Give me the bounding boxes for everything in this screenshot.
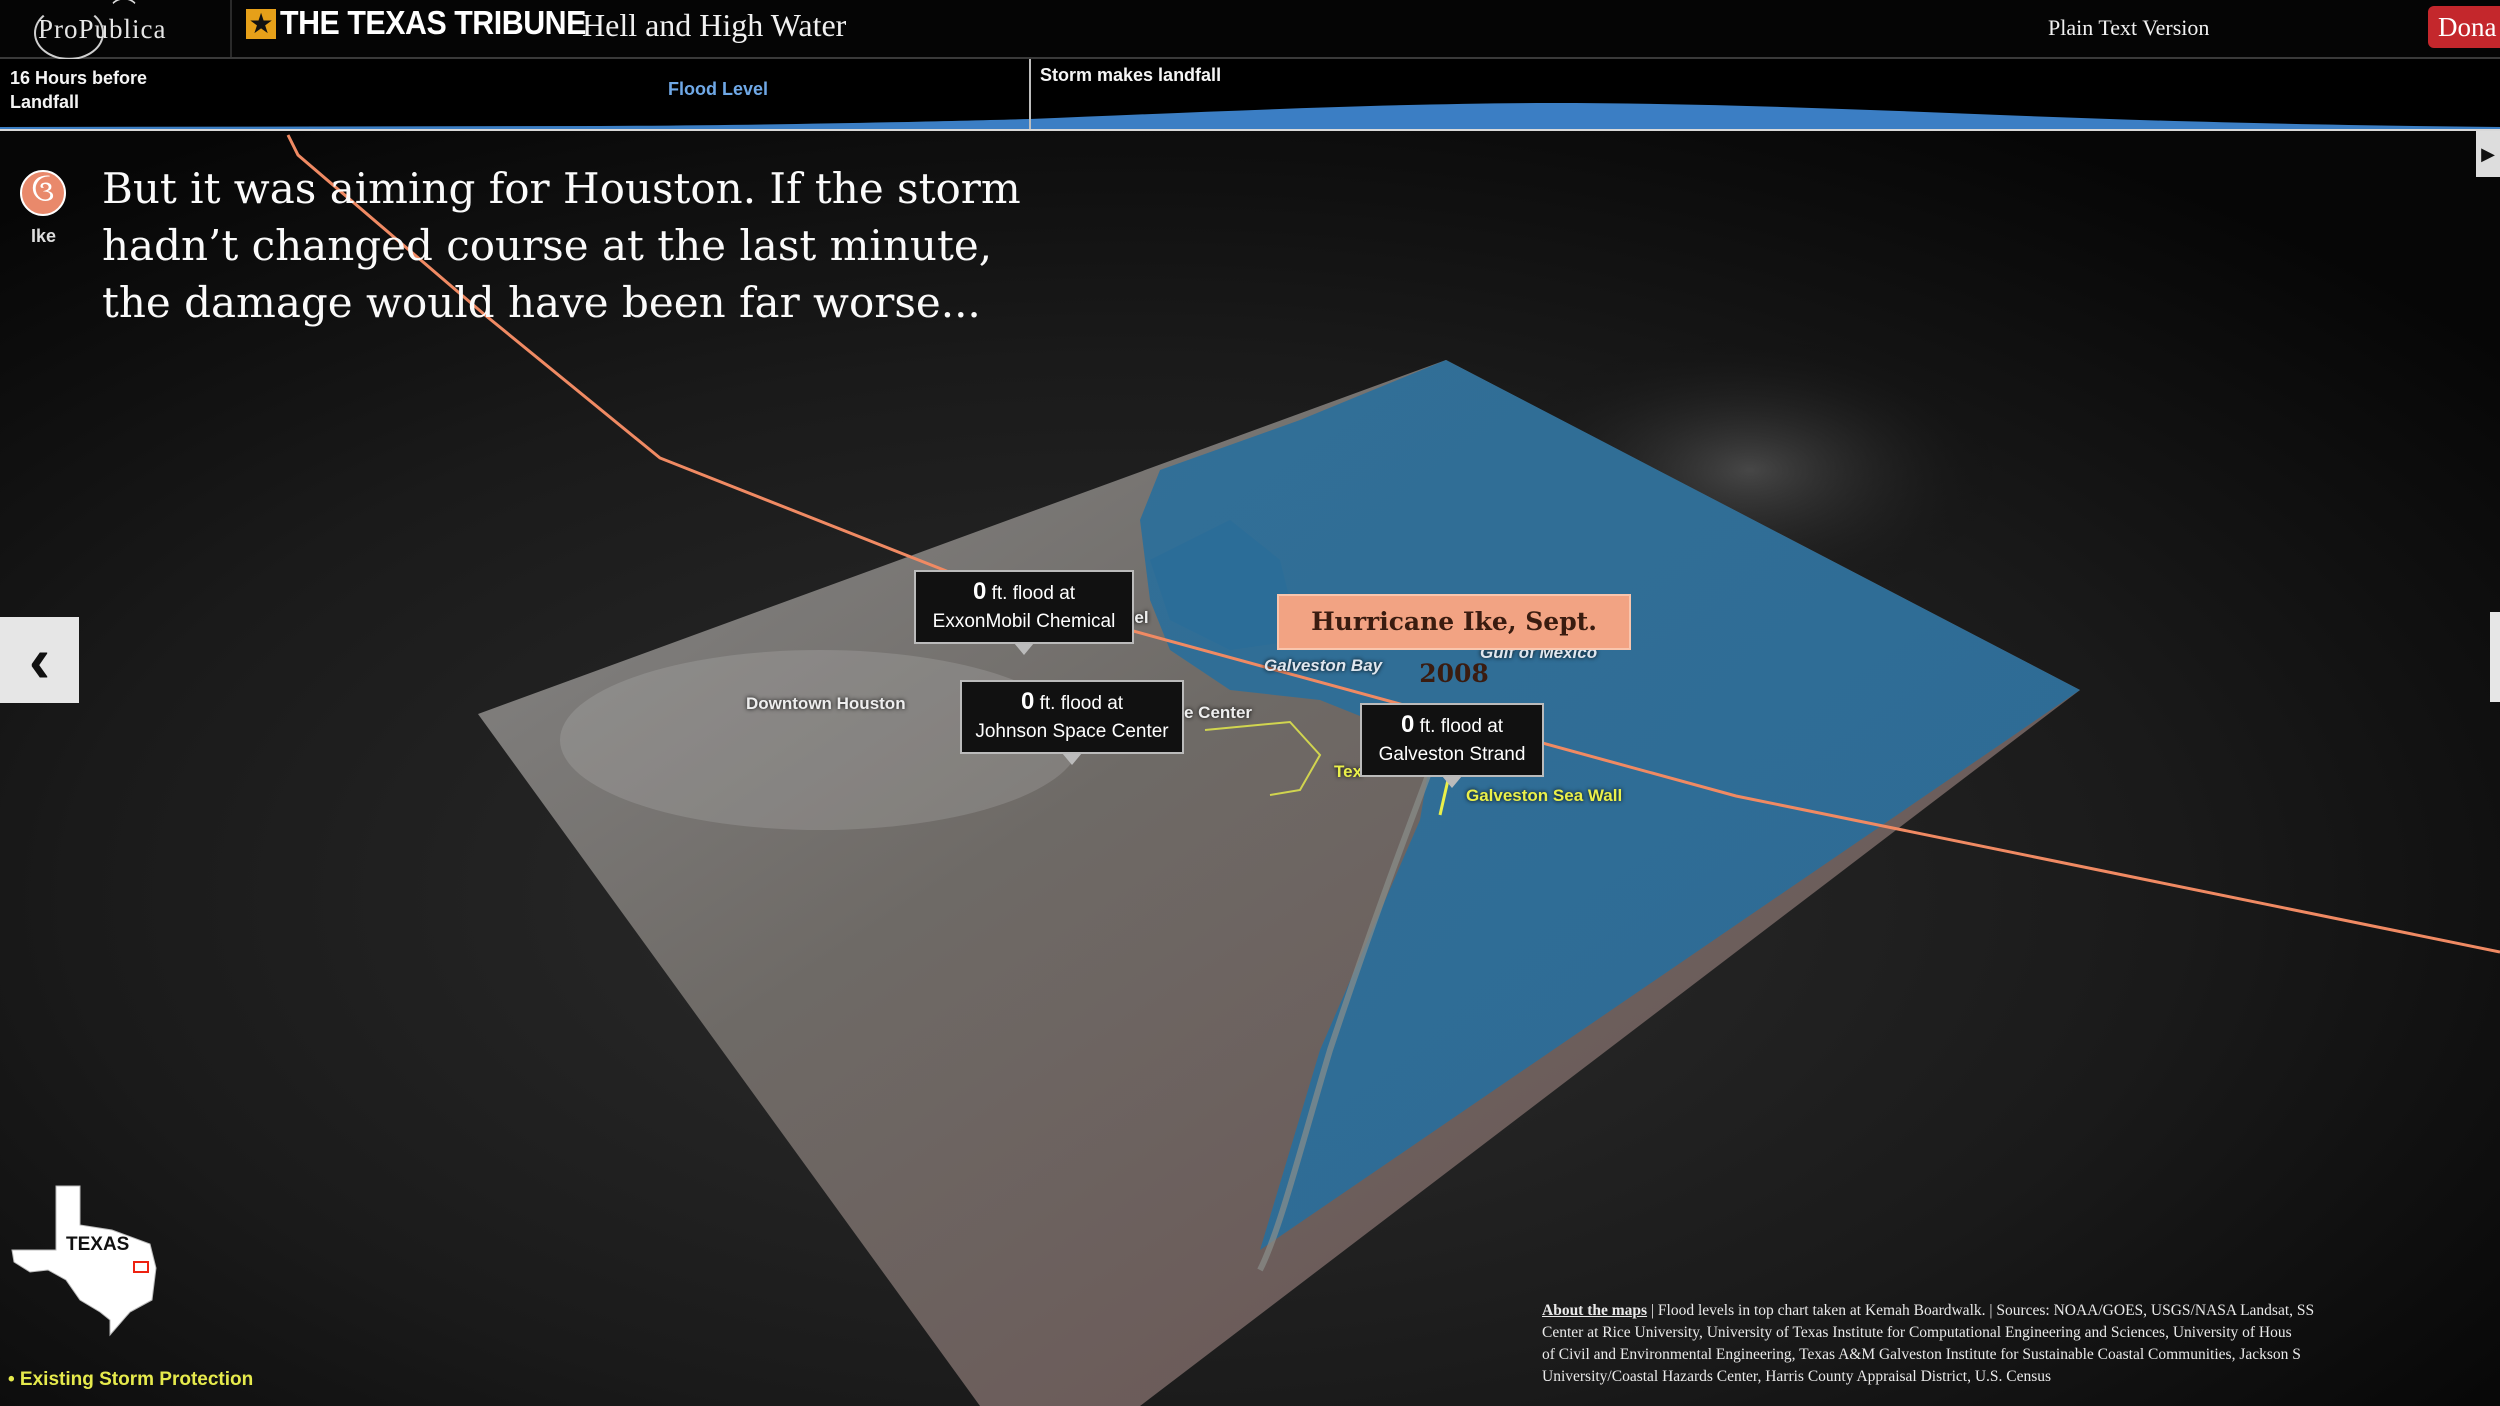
flood-value: 0 [1020, 688, 1035, 715]
donate-button[interactable]: Dona [2428, 6, 2500, 48]
previous-slide-button[interactable]: ‹ [0, 617, 79, 703]
hurricane-label[interactable]: Hurricane Ike, Sept. 2008 [1277, 594, 1631, 688]
inset-state-label: TEXAS [66, 1234, 130, 1255]
plain-text-version-link[interactable]: Plain Text Version [2048, 15, 2209, 41]
flood-unit-text: ft. flood at [991, 583, 1076, 604]
flood-unit-text: ft. flood at [1039, 693, 1124, 714]
flood-location: ExxonMobil Chemical [932, 611, 1116, 632]
propublica-logo-text: ProPublica [38, 14, 167, 44]
legend-storm-protection[interactable]: • Existing Storm Protection [8, 1369, 253, 1391]
expand-panel-button[interactable]: ▶ [2476, 131, 2500, 177]
flood-callout-galveston-strand[interactable]: 0 ft. flood at Galveston Strand [1360, 703, 1544, 788]
storm-name-label: Ike [31, 226, 57, 246]
next-slide-button[interactable] [2490, 612, 2500, 702]
label-galveston-bay: Galveston Bay [1264, 656, 1383, 675]
play-icon: ▶ [2481, 144, 2495, 164]
flood-callout-exxonmobil[interactable]: 0 ft. flood at ExxonMobil Chemical [914, 570, 1134, 655]
flood-unit-text: ft. flood at [1419, 716, 1504, 737]
sources-text: | Flood levels in top chart taken at Kem… [1542, 1302, 2315, 1385]
label-galveston-sea-wall: Galveston Sea Wall [1466, 786, 1623, 805]
flood-value: 0 [1400, 711, 1415, 738]
flood-timeline[interactable]: 16 Hours before Landfall Flood Level Sto… [0, 59, 2500, 131]
logo-divider [230, 0, 232, 57]
star-icon: ★ [246, 9, 276, 39]
flood-callout-johnson-space-center[interactable]: 0 ft. flood at Johnson Space Center [960, 680, 1184, 765]
flood-level-label: Flood Level [668, 79, 769, 99]
story-caption: But it was aiming for Houston. If the st… [102, 164, 1021, 327]
hurricane-icon: ઉ [20, 170, 66, 216]
timeline-start-label: 16 Hours before Landfall [10, 68, 148, 112]
label-space-center: e Center [1184, 703, 1253, 722]
landfall-label: Storm makes landfall [1040, 65, 1222, 85]
label-downtown-houston: Downtown Houston [746, 694, 906, 713]
top-navigation-bar: ⌒ ProPublica ★ THE TEXAS TRIBUNE Hell an… [0, 0, 2500, 60]
flood-level-wave [0, 103, 2500, 129]
about-maps-link[interactable]: About the maps [1542, 1302, 1647, 1319]
site-title[interactable]: Hell and High Water [582, 7, 846, 44]
flood-value: 0 [972, 578, 987, 605]
propublica-logo[interactable]: ⌒ ProPublica [34, 0, 218, 60]
chevron-left-icon: ‹ [28, 624, 51, 696]
label-texas-city: Tex [1334, 762, 1363, 781]
map-sources: About the maps | Flood levels in top cha… [1542, 1300, 2500, 1388]
texas-tribune-logo[interactable]: THE TEXAS TRIBUNE [280, 4, 586, 42]
flood-location: Galveston Strand [1378, 744, 1526, 765]
flood-location: Johnson Space Center [975, 721, 1169, 742]
landfall-marker [1029, 59, 1031, 129]
